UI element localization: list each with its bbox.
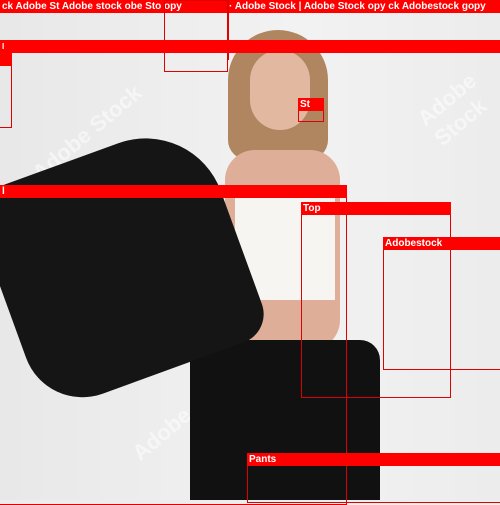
- annotation-label-tab: [0, 53, 12, 66]
- annotation-label: St: [298, 98, 324, 111]
- annotation-label: Top: [301, 202, 451, 215]
- annotation-label: Pants: [247, 453, 500, 466]
- annotation-label: · Adobe Stock | Adobe Stock opy ck Adobe…: [227, 0, 500, 13]
- annotation-label: l: [0, 185, 347, 198]
- annotation-label: Adobestock: [383, 237, 500, 250]
- watermark: Adobe Stock: [412, 67, 492, 151]
- annotation-box: [164, 0, 228, 72]
- annotation-box-adobestock: [383, 237, 500, 370]
- annotation-label: I: [0, 40, 500, 53]
